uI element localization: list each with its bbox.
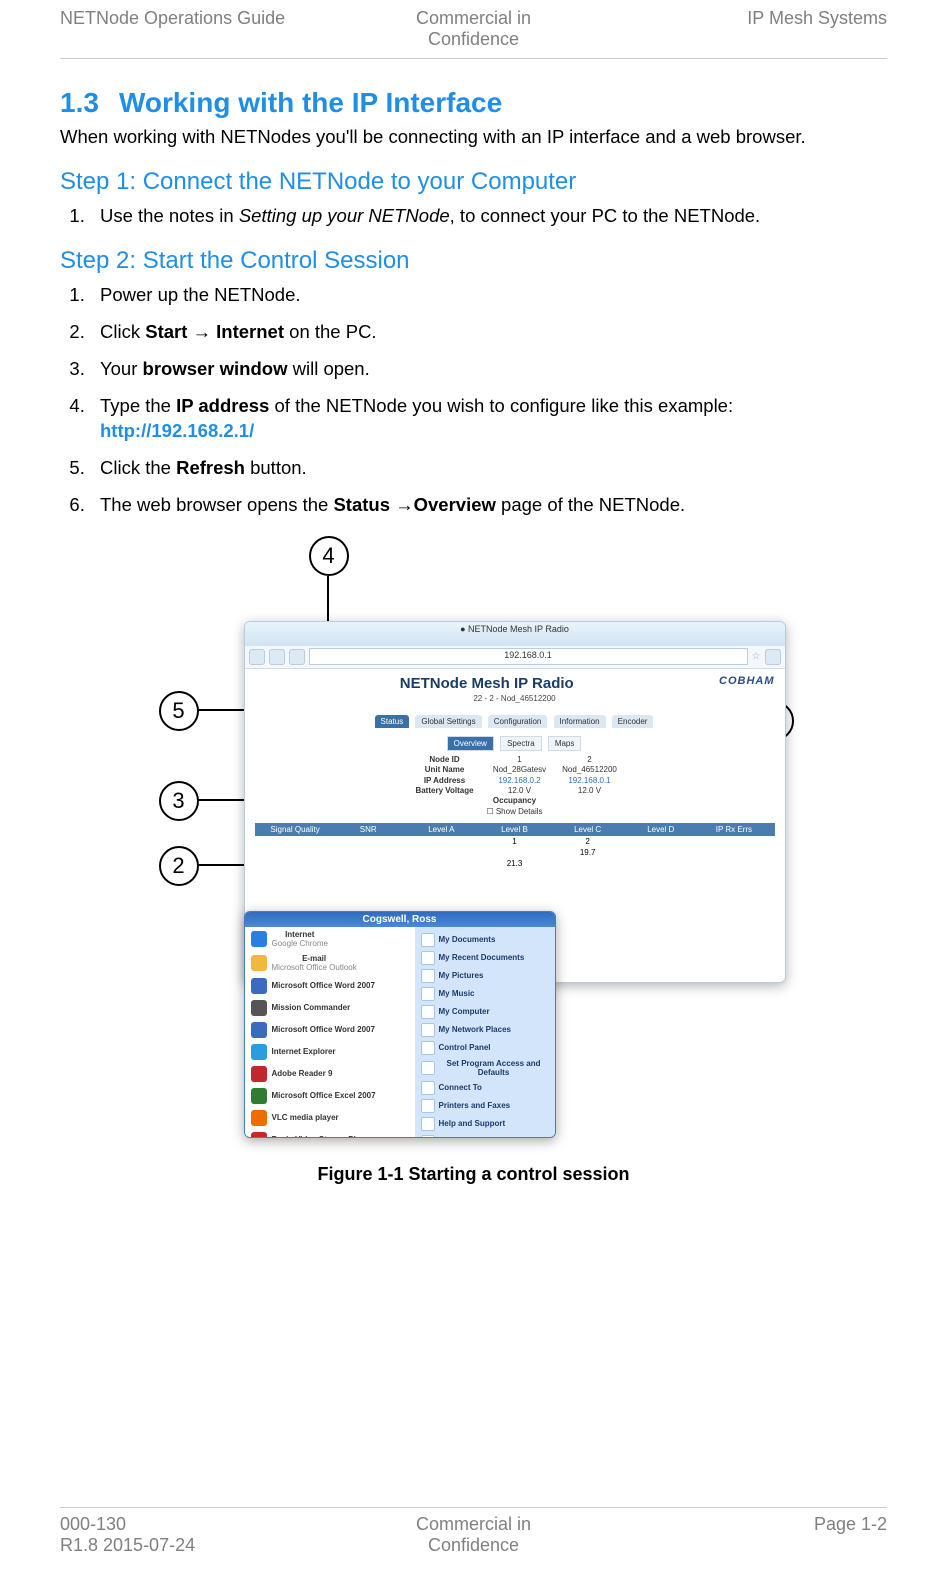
- figure-caption: Figure 1-1 Starting a control session: [60, 1164, 887, 1185]
- step2-item-2: Click Start → Internet on the PC.: [90, 320, 887, 345]
- start-item[interactable]: Adobe Reader 9: [245, 1063, 415, 1085]
- tab-encoder[interactable]: Encoder: [612, 715, 654, 728]
- menu-button[interactable]: [765, 649, 781, 665]
- forward-button[interactable]: [269, 649, 285, 665]
- start-right-item[interactable]: My Network Places: [419, 1021, 551, 1039]
- start-item[interactable]: InternetGoogle Chrome: [245, 927, 415, 951]
- overview-data: Node ID12 Unit NameNod_28GatesvNod_46512…: [255, 755, 775, 817]
- start-item[interactable]: Microsoft Office Word 2007: [245, 975, 415, 997]
- subtab-spectra[interactable]: Spectra: [500, 736, 542, 751]
- tab-config[interactable]: Configuration: [488, 715, 548, 728]
- screenshot-composite: 4 5 3 2 6 ● NETNode Mesh IP Radio 192.16…: [159, 536, 789, 1136]
- start-right-item[interactable]: Help and Support: [419, 1115, 551, 1133]
- primary-tabs: Status Global Settings Configuration Inf…: [255, 707, 775, 729]
- page-footer: 000-130 R1.8 2015-07-24 Commercial in Co…: [60, 1507, 887, 1556]
- figure-1-1: 4 5 3 2 6 ● NETNode Mesh IP Radio 192.16…: [60, 536, 887, 1185]
- callout-3: 3: [159, 781, 199, 821]
- start-right-item[interactable]: My Recent Documents: [419, 949, 551, 967]
- section-heading: 1.3Working with the IP Interface: [60, 87, 887, 119]
- step1-item-1: Use the notes in Setting up your NETNode…: [90, 204, 887, 229]
- step1-heading: Step 1: Connect the NETNode to your Comp…: [60, 168, 887, 196]
- start-item[interactable]: Microsoft Office Excel 2007: [245, 1085, 415, 1107]
- step2-heading: Step 2: Start the Control Session: [60, 247, 887, 275]
- start-item[interactable]: Internet Explorer: [245, 1041, 415, 1063]
- tab-status[interactable]: Status: [375, 715, 410, 728]
- subtab-overview[interactable]: Overview: [447, 736, 494, 751]
- step2-item-5: Click the Refresh button.: [90, 456, 887, 481]
- browser-tab[interactable]: ● NETNode Mesh IP Radio: [245, 622, 785, 646]
- page-subtitle: 22 - 2 - Nod_46512200: [255, 694, 775, 703]
- page-header: NETNode Operations Guide Commercial in C…: [60, 0, 887, 59]
- start-item[interactable]: Basic Video Stream Player: [245, 1129, 415, 1138]
- step2-item-6: The web browser opens the Status →Overvi…: [90, 493, 887, 518]
- callout-4: 4: [309, 536, 349, 576]
- callout-5: 5: [159, 691, 199, 731]
- browser-toolbar: 192.168.0.1 ☆: [245, 646, 785, 669]
- start-right-item[interactable]: Printers and Faxes: [419, 1097, 551, 1115]
- start-left-column: InternetGoogle ChromeE-mailMicrosoft Off…: [245, 927, 415, 1138]
- tab-global[interactable]: Global Settings: [415, 715, 481, 728]
- start-right-item[interactable]: My Documents: [419, 931, 551, 949]
- start-right-item[interactable]: My Computer: [419, 1003, 551, 1021]
- bookmark-icon[interactable]: ☆: [752, 651, 761, 662]
- brand-logo: COBHAM: [719, 675, 775, 687]
- hdr-right: IP Mesh Systems: [611, 8, 887, 50]
- start-right-item[interactable]: My Pictures: [419, 967, 551, 985]
- back-button[interactable]: [249, 649, 265, 665]
- section-intro: When working with NETNodes you'll be con…: [60, 125, 887, 150]
- start-menu-user: Cogswell, Ross: [245, 912, 555, 927]
- start-right-item[interactable]: Set Program Access and Defaults: [419, 1057, 551, 1079]
- step2-item-1: Power up the NETNode.: [90, 283, 887, 308]
- hdr-center: Commercial in Confidence: [336, 8, 612, 50]
- start-right-item[interactable]: Search: [419, 1133, 551, 1138]
- ip-link-1[interactable]: 192.168.0.2: [485, 776, 555, 786]
- show-details-checkbox[interactable]: ☐ Show Details: [486, 807, 542, 816]
- start-right-item[interactable]: Control Panel: [419, 1039, 551, 1057]
- subtab-maps[interactable]: Maps: [548, 736, 582, 751]
- ip-link-2[interactable]: 192.168.0.1: [555, 776, 625, 786]
- example-url: http://192.168.2.1/: [100, 420, 254, 441]
- tab-info[interactable]: Information: [554, 715, 606, 728]
- step2-item-3: Your browser window will open.: [90, 357, 887, 382]
- refresh-button[interactable]: [289, 649, 305, 665]
- signal-table: Signal Quality SNR Level A Level B Level…: [255, 823, 775, 869]
- secondary-tabs: Overview Spectra Maps: [255, 729, 775, 751]
- start-right-item[interactable]: Connect To: [419, 1079, 551, 1097]
- start-right-item[interactable]: My Music: [419, 985, 551, 1003]
- start-item[interactable]: Mission Commander: [245, 997, 415, 1019]
- start-right-column: My DocumentsMy Recent DocumentsMy Pictur…: [415, 927, 555, 1138]
- start-menu: Cogswell, Ross InternetGoogle ChromeE-ma…: [244, 911, 556, 1138]
- callout-2: 2: [159, 846, 199, 886]
- start-item[interactable]: Microsoft Office Word 2007: [245, 1019, 415, 1041]
- step2-item-4: Type the IP address of the NETNode you w…: [90, 394, 887, 444]
- page-title: NETNode Mesh IP Radio: [255, 675, 775, 692]
- start-item[interactable]: E-mailMicrosoft Office Outlook: [245, 951, 415, 975]
- hdr-left: NETNode Operations Guide: [60, 8, 336, 50]
- address-bar[interactable]: 192.168.0.1: [309, 648, 748, 665]
- start-item[interactable]: VLC media player: [245, 1107, 415, 1129]
